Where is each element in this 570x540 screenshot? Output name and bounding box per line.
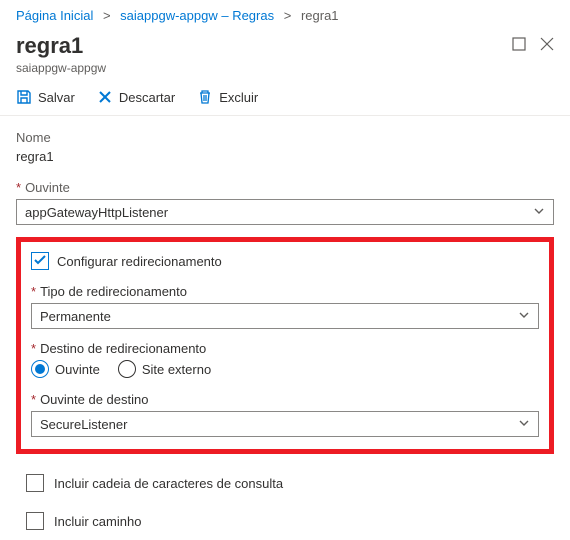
config-redirect-checkbox[interactable] bbox=[31, 252, 49, 270]
discard-label: Descartar bbox=[119, 90, 175, 105]
ouvinte-select[interactable]: appGatewayHttpListener bbox=[16, 199, 554, 225]
destino-ouvinte-label: Ouvinte bbox=[55, 362, 100, 377]
tipo-redirect-value: Permanente bbox=[40, 309, 111, 324]
discard-icon bbox=[97, 89, 113, 105]
destino-radio-site[interactable]: Site externo bbox=[118, 360, 211, 378]
ouvinte-destino-label: *Ouvinte de destino bbox=[31, 392, 539, 407]
chevron-right-icon: > bbox=[103, 8, 111, 23]
delete-icon bbox=[197, 89, 213, 105]
ouvinte-select-value: appGatewayHttpListener bbox=[25, 205, 168, 220]
tipo-redirect-label: *Tipo de redirecionamento bbox=[31, 284, 539, 299]
incluir-caminho-label: Incluir caminho bbox=[54, 514, 141, 529]
incluir-query-label: Incluir cadeia de caracteres de consulta bbox=[54, 476, 283, 491]
page-subtitle: saiappgw-appgw bbox=[16, 61, 106, 75]
radio-icon bbox=[31, 360, 49, 378]
delete-button[interactable]: Excluir bbox=[197, 89, 258, 105]
chevron-down-icon bbox=[533, 205, 545, 220]
destino-redirect-label: *Destino de redirecionamento bbox=[31, 341, 539, 356]
close-icon[interactable] bbox=[540, 37, 554, 54]
nome-value: regra1 bbox=[16, 149, 554, 164]
ouvinte-destino-value: SecureListener bbox=[40, 417, 127, 432]
maximize-icon[interactable] bbox=[512, 37, 526, 54]
incluir-query-checkbox[interactable] bbox=[26, 474, 44, 492]
tipo-redirect-select[interactable]: Permanente bbox=[31, 303, 539, 329]
toolbar: Salvar Descartar Excluir bbox=[0, 75, 570, 116]
delete-label: Excluir bbox=[219, 90, 258, 105]
save-label: Salvar bbox=[38, 90, 75, 105]
incluir-caminho-checkbox[interactable] bbox=[26, 512, 44, 530]
breadcrumb: Página Inicial > saiappgw-appgw – Regras… bbox=[0, 0, 570, 29]
save-button[interactable]: Salvar bbox=[16, 89, 75, 105]
config-redirect-label: Configurar redirecionamento bbox=[57, 254, 222, 269]
destino-radio-group: Ouvinte Site externo bbox=[31, 360, 539, 378]
chevron-down-icon bbox=[518, 417, 530, 432]
breadcrumb-current: regra1 bbox=[301, 8, 339, 23]
ouvinte-destino-select[interactable]: SecureListener bbox=[31, 411, 539, 437]
page-title: regra1 bbox=[16, 33, 106, 59]
check-icon bbox=[33, 253, 47, 270]
chevron-right-icon: > bbox=[284, 8, 292, 23]
breadcrumb-home[interactable]: Página Inicial bbox=[16, 8, 93, 23]
chevron-down-icon bbox=[518, 309, 530, 324]
ouvinte-label: *Ouvinte bbox=[16, 180, 554, 195]
save-icon bbox=[16, 89, 32, 105]
destino-radio-ouvinte[interactable]: Ouvinte bbox=[31, 360, 100, 378]
breadcrumb-rules[interactable]: saiappgw-appgw – Regras bbox=[120, 8, 274, 23]
radio-icon bbox=[118, 360, 136, 378]
nome-label: Nome bbox=[16, 130, 554, 145]
discard-button[interactable]: Descartar bbox=[97, 89, 175, 105]
destino-site-label: Site externo bbox=[142, 362, 211, 377]
highlight-box: Configurar redirecionamento *Tipo de red… bbox=[16, 237, 554, 454]
